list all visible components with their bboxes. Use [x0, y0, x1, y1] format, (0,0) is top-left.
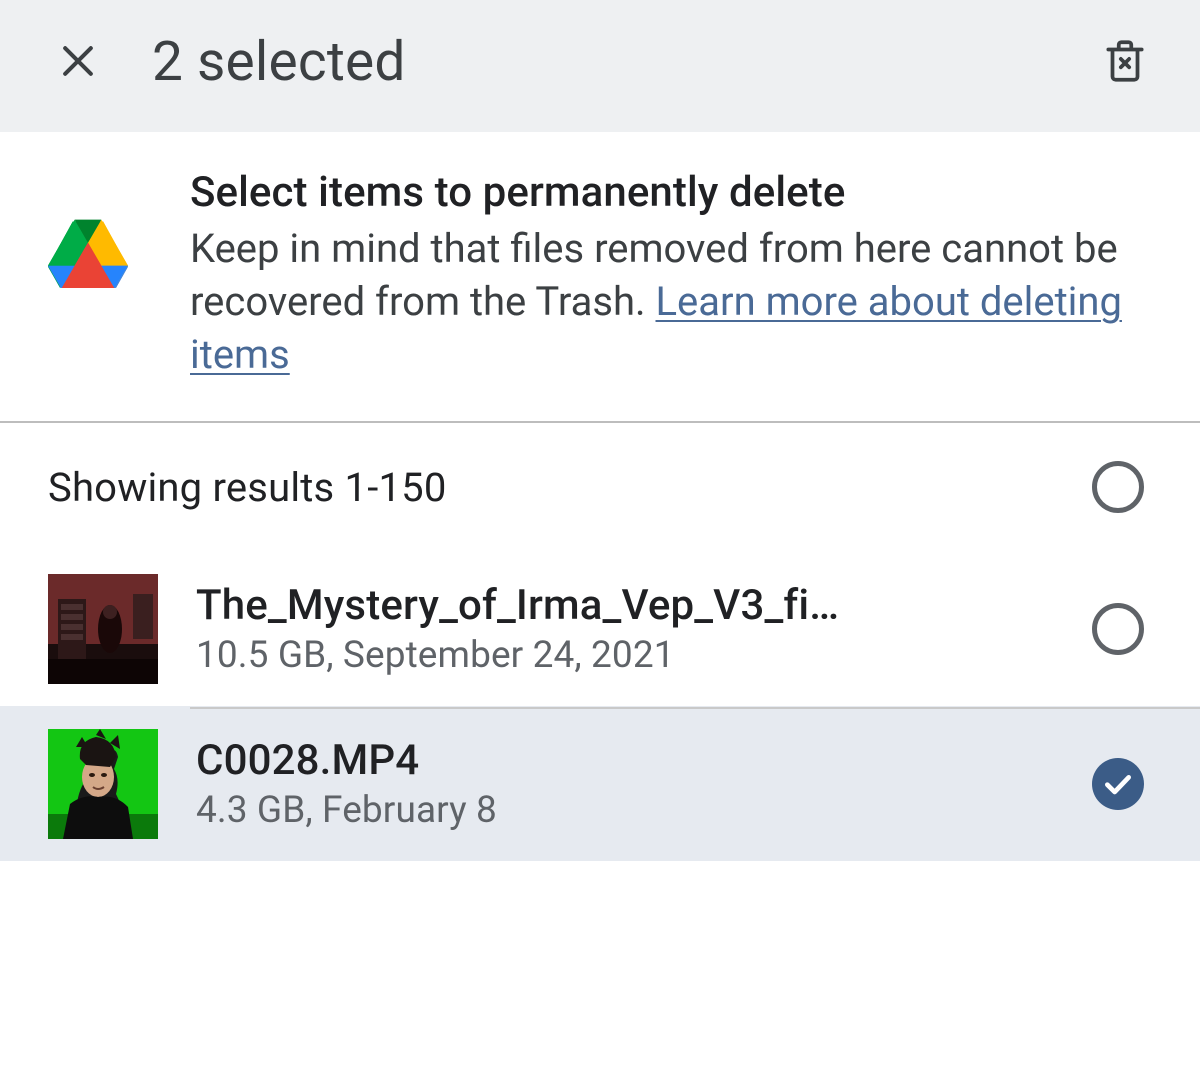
close-icon: [56, 39, 100, 86]
video-thumbnail: [48, 729, 158, 839]
circle-checked-icon: [1092, 758, 1144, 810]
notice-body: Keep in mind that files removed from her…: [190, 223, 1152, 381]
file-checkbox[interactable]: [1092, 758, 1144, 810]
video-thumbnail: [48, 574, 158, 684]
google-drive-icon: [48, 216, 128, 296]
file-row[interactable]: The_Mystery_of_Irma_Vep_V3_fi… 10.5 GB, …: [0, 551, 1200, 706]
file-name: The_Mystery_of_Irma_Vep_V3_fi…: [196, 581, 1072, 630]
close-button[interactable]: [56, 39, 100, 86]
delete-notice: Select items to permanently delete Keep …: [0, 132, 1200, 423]
selection-header: 2 selected: [0, 0, 1200, 132]
results-count-label: Showing results 1-150: [48, 464, 1092, 511]
notice-title: Select items to permanently delete: [190, 168, 1152, 217]
results-header-row: Showing results 1-150: [0, 423, 1200, 551]
selection-count-label: 2 selected: [152, 30, 1100, 94]
file-info: C0028.MP4 4.3 GB, February 8: [196, 736, 1092, 832]
circle-unchecked-icon: [1092, 603, 1144, 655]
file-info: The_Mystery_of_Irma_Vep_V3_fi… 10.5 GB, …: [196, 581, 1092, 677]
file-name: C0028.MP4: [196, 736, 1072, 785]
file-meta: 4.3 GB, February 8: [196, 789, 1072, 832]
delete-forever-button[interactable]: [1100, 36, 1150, 89]
file-row[interactable]: C0028.MP4 4.3 GB, February 8: [0, 706, 1200, 861]
select-all-checkbox[interactable]: [1092, 461, 1144, 513]
trash-x-icon: [1100, 36, 1150, 89]
file-meta: 10.5 GB, September 24, 2021: [196, 634, 1072, 677]
notice-text: Select items to permanently delete Keep …: [190, 168, 1152, 381]
file-checkbox[interactable]: [1092, 603, 1144, 655]
row-divider: [190, 707, 1200, 709]
